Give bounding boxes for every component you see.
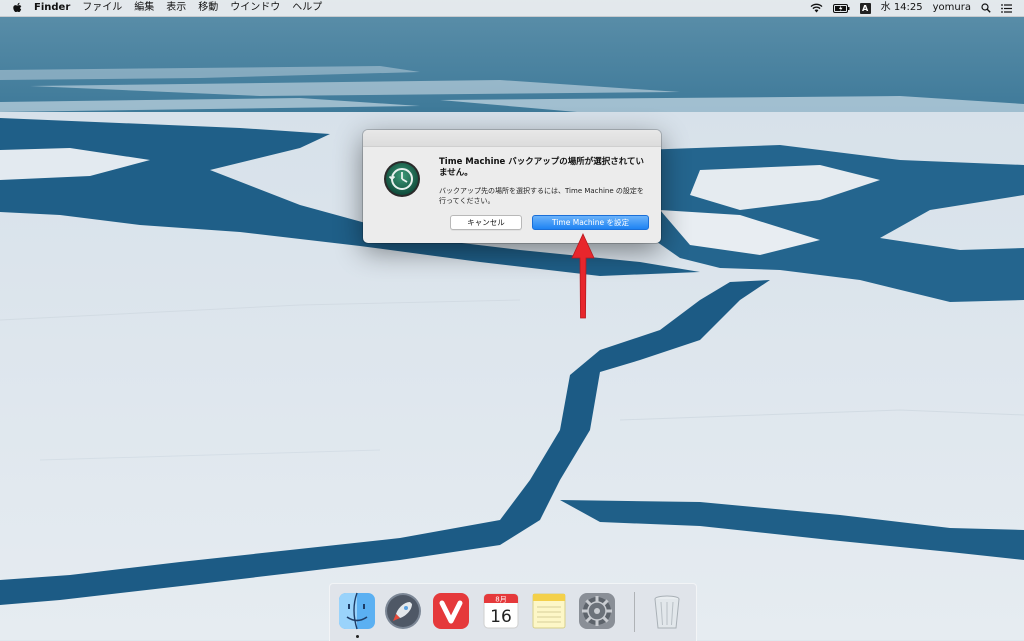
- finder-running-indicator: [356, 635, 359, 638]
- time-machine-alert-dialog: Time Machine バックアップの場所が選択されていません。 バックアップ…: [363, 130, 661, 243]
- menu-view[interactable]: 表示: [160, 0, 192, 16]
- gear-icon[interactable]: [576, 590, 618, 632]
- setup-time-machine-button[interactable]: Time Machine を設定: [532, 215, 649, 230]
- menu-bar: Finder ファイル 編集 表示 移動 ウインドウ ヘルプ A 水 14:25…: [0, 0, 1024, 17]
- status-area: A 水 14:25 yomura: [805, 0, 1024, 16]
- notification-center-icon[interactable]: [996, 3, 1024, 13]
- menu-edit[interactable]: 編集: [128, 0, 160, 16]
- dialog-title: Time Machine バックアップの場所が選択されていません。: [439, 157, 645, 178]
- user-menu[interactable]: yomura: [928, 0, 976, 16]
- calendar-day: 16: [490, 607, 512, 627]
- battery-icon[interactable]: [828, 3, 855, 13]
- vivaldi-icon[interactable]: [430, 590, 472, 632]
- menu-app-finder[interactable]: Finder: [28, 0, 76, 16]
- red-arrow-up-icon: [571, 233, 595, 319]
- clock[interactable]: 水 14:25: [876, 0, 928, 16]
- desktop-wallpaper: [0, 0, 1024, 640]
- wifi-icon[interactable]: [805, 3, 828, 13]
- dock-separator: [634, 592, 635, 632]
- trash-icon[interactable]: [646, 590, 688, 632]
- calendar-icon[interactable]: 8月 16: [480, 590, 522, 632]
- apple-logo-icon[interactable]: [0, 2, 28, 14]
- dialog-titlebar[interactable]: [363, 130, 661, 147]
- menu-help[interactable]: ヘルプ: [286, 0, 328, 16]
- spotlight-search-icon[interactable]: [976, 3, 996, 13]
- notes-icon[interactable]: [528, 590, 570, 632]
- launchpad-rocket-icon[interactable]: [382, 590, 424, 632]
- cancel-button[interactable]: キャンセル: [450, 215, 522, 230]
- menu-file[interactable]: ファイル: [76, 0, 128, 16]
- time-machine-icon: [384, 161, 420, 197]
- calendar-month: 8月: [495, 596, 506, 604]
- finder-icon[interactable]: [336, 590, 378, 632]
- menu-go[interactable]: 移動: [192, 0, 224, 16]
- menu-window[interactable]: ウインドウ: [224, 0, 286, 16]
- input-method-indicator[interactable]: A: [855, 2, 876, 14]
- dialog-message: バックアップ先の場所を選択するには、Time Machine の設定を行ってくだ…: [439, 187, 644, 205]
- dock: 8月 16: [329, 583, 697, 641]
